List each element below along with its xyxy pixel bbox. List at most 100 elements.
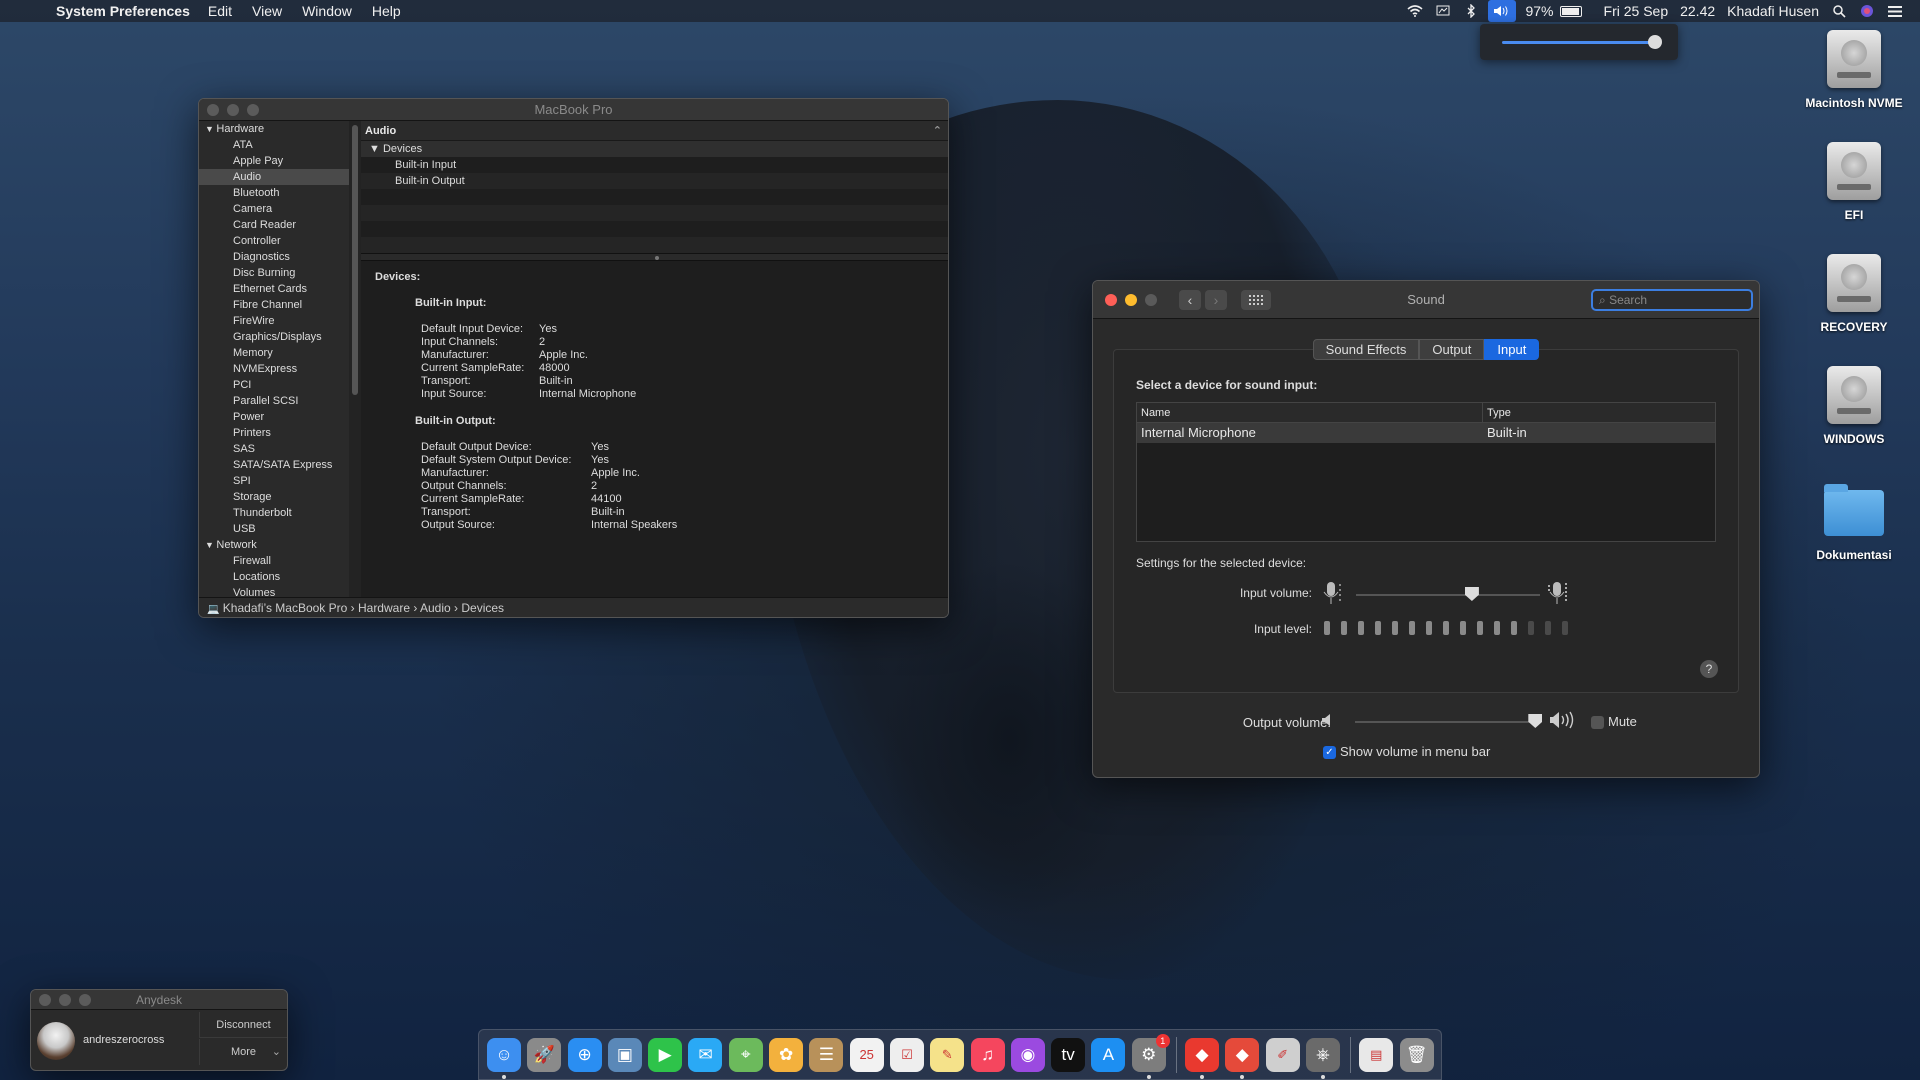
input-volume-knob[interactable]: [1464, 587, 1479, 601]
sidebar-item-locations[interactable]: Locations: [199, 569, 349, 585]
sidebar-item-usb[interactable]: USB: [199, 521, 349, 537]
mute-checkbox-box[interactable]: [1591, 716, 1604, 730]
close-button[interactable]: [1105, 293, 1117, 306]
sidebar-item-parallel-scsi[interactable]: Parallel SCSI: [199, 393, 349, 409]
preview-icon[interactable]: ▣: [607, 1037, 642, 1072]
wifi-icon[interactable]: [1404, 0, 1426, 22]
sidebar-item-thunderbolt[interactable]: Thunderbolt: [199, 505, 349, 521]
reminders-icon[interactable]: ☑: [889, 1037, 924, 1072]
sidebar-item-spi[interactable]: SPI: [199, 473, 349, 489]
siri-icon[interactable]: [1856, 0, 1878, 22]
documents-stack-icon[interactable]: ▤: [1359, 1037, 1394, 1072]
tab-input[interactable]: Input: [1484, 339, 1540, 360]
sidebar-item-camera[interactable]: Camera: [199, 201, 349, 217]
close-button[interactable]: [39, 993, 51, 1006]
app-store-icon[interactable]: A: [1091, 1037, 1126, 1072]
search-input[interactable]: ⌕ Search: [1591, 289, 1753, 311]
finder-icon[interactable]: ☺: [487, 1037, 521, 1079]
mute-checkbox[interactable]: Mute: [1591, 714, 1637, 730]
input-volume-slider[interactable]: [1356, 594, 1540, 596]
sidebar-item-firewire[interactable]: FireWire: [199, 313, 349, 329]
desktop-icon-efi[interactable]: EFI: [1794, 142, 1914, 222]
sidebar-group-network[interactable]: ▼ Network: [199, 537, 349, 553]
sidebar-item-diagnostics[interactable]: Diagnostics: [199, 249, 349, 265]
menu-help[interactable]: Help: [372, 3, 401, 19]
desktop-icon-macintosh-nvme[interactable]: Macintosh NVME: [1794, 30, 1914, 110]
script-editor-icon[interactable]: ✐: [1265, 1037, 1300, 1072]
sidebar-item-graphics-displays[interactable]: Graphics/Displays: [199, 329, 349, 345]
music-icon[interactable]: ♫: [970, 1037, 1005, 1072]
notification-center-icon[interactable]: [1884, 0, 1906, 22]
messages-icon[interactable]: ✉: [688, 1037, 723, 1072]
sidebar-item-ata[interactable]: ATA: [199, 137, 349, 153]
sidebar-item-storage[interactable]: Storage: [199, 489, 349, 505]
apple-tv-icon[interactable]: tv: [1051, 1037, 1086, 1072]
system-preferences-icon[interactable]: ⚙ 1: [1131, 1033, 1170, 1079]
trash-icon[interactable]: 🗑: [1399, 1037, 1434, 1072]
sidebar-item-card-reader[interactable]: Card Reader: [199, 217, 349, 233]
tab-output[interactable]: Output: [1419, 339, 1485, 360]
bluetooth-icon[interactable]: [1460, 0, 1482, 22]
disclosure-triangle-icon[interactable]: ▼: [205, 540, 216, 550]
menu-window[interactable]: Window: [302, 3, 352, 19]
sidebar-item-memory[interactable]: Memory: [199, 345, 349, 361]
zoom-button[interactable]: [1145, 293, 1157, 306]
calendar-icon[interactable]: 25: [849, 1037, 884, 1072]
display-icon[interactable]: [1432, 0, 1454, 22]
menu-user[interactable]: Khadafi Husen: [1727, 3, 1819, 19]
minimize-button[interactable]: [227, 103, 239, 116]
column-type[interactable]: Type: [1483, 403, 1511, 422]
window-titlebar[interactable]: MacBook Pro: [199, 99, 948, 121]
sidebar-item-power[interactable]: Power: [199, 409, 349, 425]
launchpad-icon[interactable]: 🚀: [527, 1037, 562, 1072]
sidebar-item-volumes[interactable]: Volumes: [199, 585, 349, 597]
notes-icon[interactable]: ✎: [930, 1037, 965, 1072]
volume-icon[interactable]: [1488, 0, 1517, 22]
window-titlebar[interactable]: Anydesk: [31, 990, 287, 1010]
sidebar-item-ethernet-cards[interactable]: Ethernet Cards: [199, 281, 349, 297]
sidebar-item-bluetooth[interactable]: Bluetooth: [199, 185, 349, 201]
sidebar-item-apple-pay[interactable]: Apple Pay: [199, 153, 349, 169]
split-divider[interactable]: [361, 253, 948, 261]
sidebar-group-hardware[interactable]: ▼ Hardware: [199, 121, 349, 137]
spotlight-icon[interactable]: [1828, 0, 1850, 22]
output-volume-slider[interactable]: [1355, 721, 1539, 723]
show-all-grid-icon[interactable]: [1241, 289, 1271, 310]
maps-icon[interactable]: ⌖: [728, 1037, 763, 1072]
close-button[interactable]: [207, 103, 219, 116]
help-button[interactable]: ?: [1700, 660, 1718, 678]
contacts-icon[interactable]: ☰: [809, 1037, 844, 1072]
photos-icon[interactable]: ✿: [769, 1037, 804, 1072]
anydesk-icon[interactable]: ◆: [1185, 1037, 1220, 1079]
check-icon[interactable]: ✓: [1323, 746, 1336, 760]
sidebar-item-sas[interactable]: SAS: [199, 441, 349, 457]
zoom-button[interactable]: [79, 993, 91, 1006]
breadcrumb-path[interactable]: Khadafi’s MacBook Pro › Hardware › Audio…: [223, 601, 504, 615]
podcasts-icon[interactable]: ◉: [1010, 1037, 1045, 1072]
menu-time[interactable]: 22.42: [1680, 3, 1715, 19]
battery-icon[interactable]: [1559, 5, 1582, 17]
table-row[interactable]: Internal Microphone Built-in: [1137, 423, 1715, 443]
volume-popup-knob[interactable]: [1648, 35, 1662, 49]
facetime-icon[interactable]: ▶: [648, 1037, 683, 1072]
tree-item-built-in-input[interactable]: Built-in Input: [361, 157, 948, 173]
sidebar-item-firewall[interactable]: Firewall: [199, 553, 349, 569]
tab-sound-effects[interactable]: Sound Effects: [1312, 339, 1420, 360]
window-titlebar[interactable]: ‹ › Sound ⌕ Search: [1093, 281, 1759, 319]
sidebar-item-controller[interactable]: Controller: [199, 233, 349, 249]
sidebar-item-disc-burning[interactable]: Disc Burning: [199, 265, 349, 281]
menu-date[interactable]: Fri 25 Sep: [1604, 3, 1669, 19]
tree-item-built-in-output[interactable]: Built-in Output: [361, 173, 948, 189]
sidebar-item-sata-sata-express[interactable]: SATA/SATA Express: [199, 457, 349, 473]
volume-popup-track[interactable]: [1502, 41, 1656, 44]
forward-button[interactable]: ›: [1205, 289, 1227, 310]
back-button[interactable]: ‹: [1179, 289, 1201, 310]
safari-icon[interactable]: ⊕: [567, 1037, 602, 1072]
minimize-button[interactable]: [59, 993, 71, 1006]
column-name[interactable]: Name: [1137, 403, 1483, 422]
sidebar-scrollbar[interactable]: [349, 121, 361, 597]
menu-view[interactable]: View: [252, 3, 282, 19]
desktop-icon-windows[interactable]: WINDOWS: [1794, 366, 1914, 446]
disclosure-triangle-icon[interactable]: ▼: [369, 143, 380, 155]
menu-app-name[interactable]: System Preferences: [56, 3, 190, 19]
